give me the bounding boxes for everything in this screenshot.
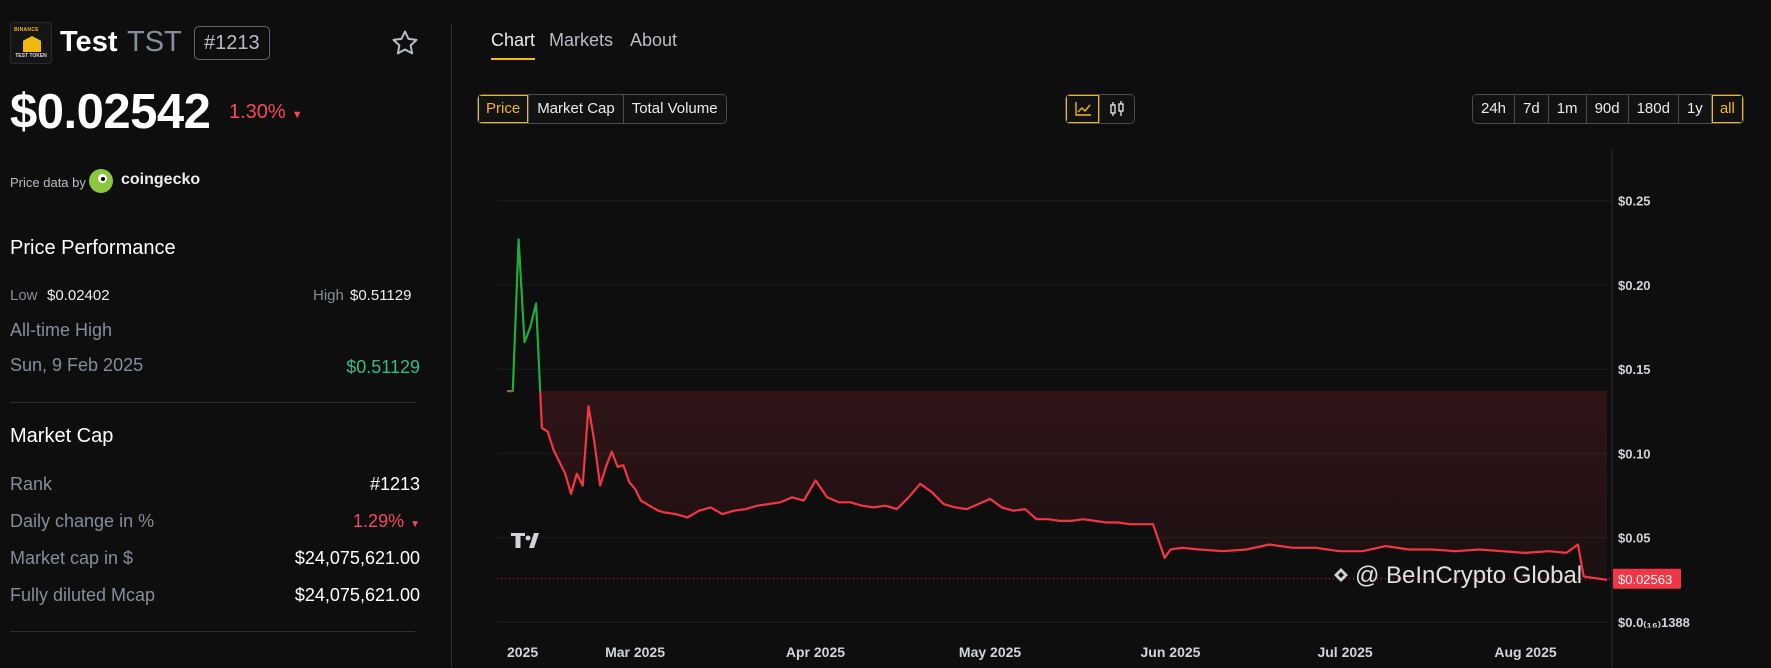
daily-change-number: 1.29%: [353, 511, 405, 531]
ath-label: All-time High: [10, 320, 113, 340]
range-90d[interactable]: 90d: [1586, 95, 1629, 123]
coin-symbol: TST: [127, 26, 182, 58]
coingecko-icon[interactable]: [89, 169, 113, 193]
x-tick-label: Aug 2025: [1494, 644, 1556, 660]
x-tick-label: Jul 2025: [1317, 644, 1372, 660]
range-24h[interactable]: 24h: [1473, 95, 1516, 123]
tab-about[interactable]: About: [630, 30, 677, 51]
y-tick-label: $0.25: [1618, 194, 1651, 209]
total-volume-button[interactable]: Total Volume: [623, 95, 726, 123]
rank-value: #1213: [369, 474, 420, 494]
y-tick-label: $0.10: [1618, 446, 1651, 461]
market-cap-value: $24,075,621.00: [294, 548, 420, 568]
low-label: Low: [10, 287, 38, 304]
star-icon[interactable]: [390, 28, 420, 58]
market-cap-title: Market Cap: [10, 425, 114, 447]
x-tick-label: Apr 2025: [786, 644, 845, 660]
watermark-text: @ BeInCrypto Global: [1355, 562, 1582, 589]
market-cap-label: Market cap in $: [10, 548, 134, 568]
active-tab-indicator: [491, 58, 535, 60]
range-180d[interactable]: 180d: [1628, 95, 1679, 123]
coin-name: Test: [60, 26, 118, 58]
price-performance-title: Price Performance: [10, 237, 176, 259]
high-value: $0.51129: [350, 287, 412, 304]
y-tick-label: $0.15: [1618, 362, 1651, 377]
price-data-label: Price data by: [10, 175, 86, 190]
divider: [10, 631, 415, 632]
x-tick-label: Mar 2025: [605, 644, 665, 660]
ath-value: $0.51129: [346, 357, 420, 377]
range-1m[interactable]: 1m: [1548, 95, 1587, 123]
market-cap-button[interactable]: Market Cap: [529, 95, 624, 123]
price-area-fill: [540, 391, 1607, 580]
panel-divider: [451, 24, 452, 668]
line-chart-icon[interactable]: [1066, 95, 1100, 123]
ath-date: Sun, 9 Feb 2025: [10, 355, 144, 375]
watermark-icon: [1334, 568, 1348, 582]
token-info-panel: BINANCE TEST TOKEN Test TST #1213 $0.025…: [0, 0, 430, 668]
fdv-value: $24,075,621.00: [294, 585, 420, 605]
y-tick-label: $0.0₍₁₆₎1388: [1618, 615, 1690, 630]
rank-label: Rank: [10, 474, 53, 494]
down-arrow-icon: ▼: [291, 109, 303, 121]
data-source-link[interactable]: coingecko: [121, 171, 200, 189]
y-tick-label: $0.05: [1618, 531, 1651, 546]
price-button[interactable]: Price: [478, 95, 530, 123]
logo-mark-icon: [23, 36, 41, 52]
price-change: 1.30% ▼: [229, 101, 303, 124]
low-value: $0.02402: [47, 287, 110, 304]
x-tick-label: 2025: [507, 644, 538, 660]
y-tick-label: $0.20: [1618, 278, 1651, 293]
current-price: $0.02542: [10, 85, 211, 139]
tab-markets[interactable]: Markets: [549, 30, 613, 51]
tradingview-logo-icon: [511, 533, 539, 548]
rank-badge: #1213: [194, 26, 270, 60]
metric-selector: Price Market Cap Total Volume: [477, 94, 727, 124]
logo-token-text: TEST TOKEN: [15, 53, 47, 59]
price-chart[interactable]: $0.25 $0.20 $0.15 $0.10 $0.05 $0.0₍₁₆₎1388 $0.…: [491, 150, 1771, 668]
range-all[interactable]: all: [1711, 95, 1743, 123]
x-tick-label: May 2025: [959, 644, 1021, 660]
range-7d[interactable]: 7d: [1515, 95, 1549, 123]
high-label: High: [313, 287, 344, 304]
tab-chart[interactable]: Chart: [491, 30, 535, 51]
range-selector: 24h 7d 1m 90d 180d 1y all: [1472, 94, 1744, 124]
divider: [10, 402, 415, 403]
down-arrow-icon: ▼: [410, 519, 420, 530]
price-change-value: 1.30%: [229, 101, 286, 123]
current-price-label: $0.02563: [1618, 572, 1672, 587]
range-1y[interactable]: 1y: [1678, 95, 1712, 123]
daily-change-value: 1.29% ▼: [353, 511, 420, 532]
logo-brand-text: BINANCE: [14, 27, 39, 33]
candlestick-icon[interactable]: [1100, 95, 1134, 123]
daily-change-label: Daily change in %: [10, 511, 155, 531]
chart-type-selector: [1065, 94, 1135, 124]
token-logo: BINANCE TEST TOKEN: [10, 22, 52, 64]
fdv-label: Fully diluted Mcap: [10, 585, 156, 605]
x-tick-label: Jun 2025: [1141, 644, 1201, 660]
